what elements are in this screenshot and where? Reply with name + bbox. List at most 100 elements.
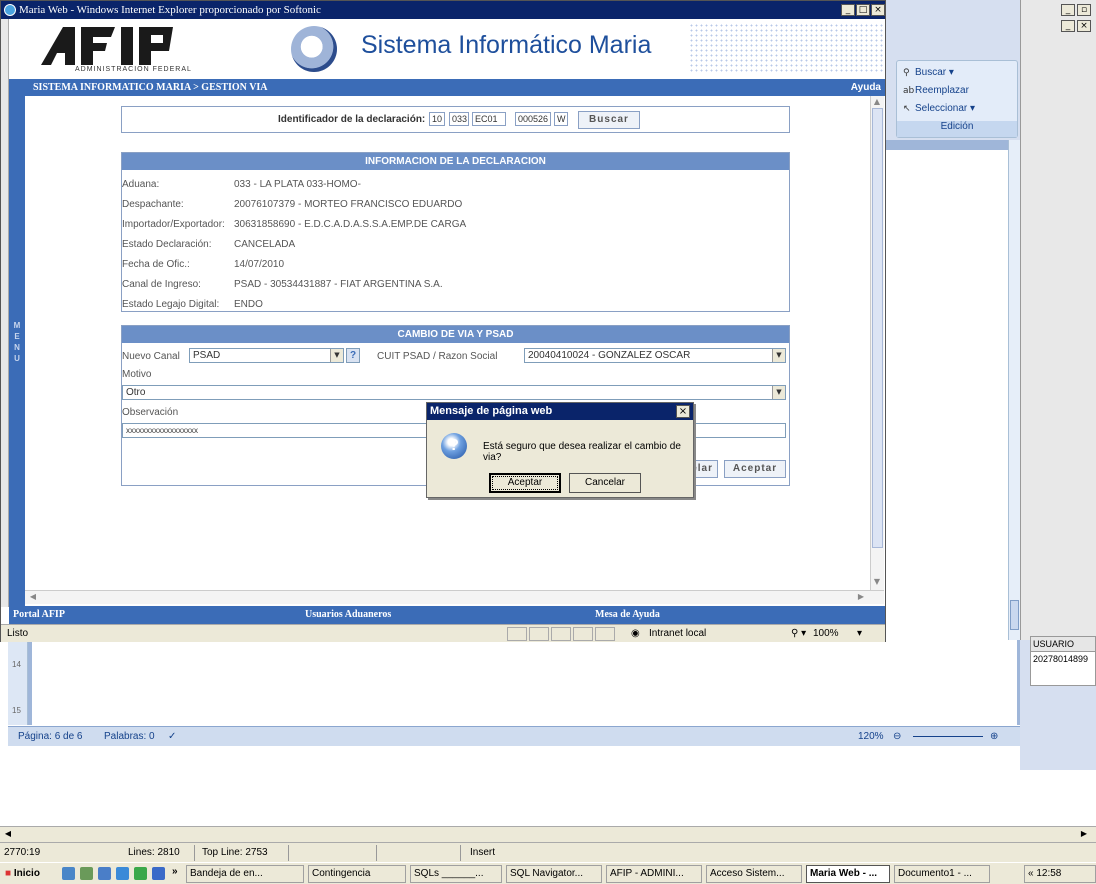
line-count: Lines: 2810 — [128, 847, 180, 858]
sql-results-grid[interactable]: USUARIO 20278014899 — [1030, 636, 1096, 686]
declaration-id-field-1[interactable]: 10 — [429, 112, 445, 126]
declaration-id-field-5[interactable]: W — [554, 112, 568, 126]
footer-link-portal[interactable]: Portal AFIP — [13, 606, 65, 624]
afip-logo[interactable] — [41, 25, 211, 67]
taskbar: ■ Inicio » Bandeja de en... Contingencia… — [0, 862, 1096, 884]
dialog-message: Está seguro que desea realizar el cambio… — [483, 441, 681, 463]
quick-launch-icon[interactable] — [80, 867, 93, 880]
scroll-thumb[interactable] — [872, 108, 883, 548]
page-vertical-scrollbar[interactable]: ▲ ▼ — [870, 96, 884, 590]
cuit-psad-select[interactable]: 20040410024 - GONZALEZ OSCAR ▼ — [524, 348, 786, 363]
footer-link-usuarios[interactable]: Usuarios Aduaneros — [305, 606, 391, 624]
maximize-icon[interactable]: □ — [856, 4, 870, 16]
declaration-id-field-2[interactable]: 033 — [449, 112, 469, 126]
reason-label: Motivo — [122, 369, 152, 380]
scroll-thumb[interactable] — [1010, 600, 1019, 630]
zoom-in-icon[interactable]: ⊕ — [990, 731, 998, 742]
dialog-accept-button[interactable]: Aceptar — [489, 473, 561, 493]
accept-button[interactable]: Aceptar — [724, 460, 786, 478]
chevron-icon[interactable]: » — [172, 866, 178, 877]
zoom-dropdown-icon[interactable]: ▾ — [857, 626, 862, 642]
quick-launch-icon[interactable] — [134, 867, 147, 880]
new-channel-select[interactable]: PSAD ▼ — [189, 348, 344, 363]
page-horizontal-scrollbar[interactable]: ◀ ▶ — [25, 590, 884, 604]
dialog-cancel-button[interactable]: Cancelar — [569, 473, 641, 493]
close-icon[interactable]: × — [1077, 20, 1091, 32]
minimize-icon[interactable]: _ — [1061, 20, 1075, 32]
taskbar-button[interactable]: SQL Navigator... — [506, 865, 602, 883]
logo-subtitle: ADMINISTRACION FEDERAL — [75, 66, 192, 73]
editor-horizontal-scrollbar[interactable]: ◀ ▶ — [0, 826, 1096, 842]
scroll-right-icon[interactable]: ▶ — [855, 591, 867, 603]
zoom-out-icon[interactable]: ⊖ — [893, 731, 901, 742]
security-zone[interactable]: Intranet local — [649, 626, 706, 642]
cuit-label: CUIT PSAD / Razon Social — [377, 351, 498, 362]
taskbar-button[interactable]: Acceso Sistem... — [706, 865, 802, 883]
scroll-right-icon[interactable]: ▶ — [1078, 828, 1090, 840]
reason-select[interactable]: Otro ▼ — [122, 385, 786, 400]
word-page[interactable] — [880, 150, 1008, 725]
zoom-level[interactable]: 120% — [858, 731, 884, 742]
window-title: Maria Web - Windows Internet Explorer pr… — [19, 4, 321, 16]
ribbon-replace-button[interactable]: abReemplazar — [903, 85, 969, 96]
minimize-icon[interactable]: _ — [841, 4, 855, 16]
vertical-ruler: 14 15 — [8, 640, 28, 725]
ribbon-find-button[interactable]: ⚲ Buscar ▾ — [903, 67, 954, 78]
ie-window: Maria Web - Windows Internet Explorer pr… — [0, 0, 886, 642]
protected-mode-icon[interactable]: ⚲ ▾ — [791, 626, 806, 642]
zoom-slider[interactable] — [913, 736, 983, 737]
ie-status-bar: Listo ◉ Intranet local ⚲ ▾ 100% ▾ — [1, 624, 885, 642]
page-count[interactable]: Página: 6 de 6 — [18, 731, 83, 742]
panel-heading: INFORMACION DE LA DECLARACION — [122, 153, 789, 170]
ie-icon[interactable] — [116, 867, 129, 880]
grid-cell[interactable]: 20278014899 — [1031, 652, 1095, 666]
taskbar-button[interactable]: Bandeja de en... — [186, 865, 304, 883]
taskbar-button[interactable]: Documento1 - ... — [894, 865, 990, 883]
ie-titlebar[interactable]: Maria Web - Windows Internet Explorer pr… — [1, 1, 885, 19]
search-box: Identificador de la declaración: 10 033 … — [121, 106, 790, 133]
chevron-down-icon[interactable]: ▼ — [772, 349, 785, 362]
close-icon[interactable]: × — [676, 405, 690, 418]
taskbar-button[interactable]: Contingencia — [308, 865, 406, 883]
breadcrumb-bar: SISTEMA INFORMATICO MARIA > GESTION VIA … — [9, 79, 885, 96]
quick-launch-icon[interactable] — [152, 867, 165, 880]
restore-icon[interactable]: ▫ — [1077, 4, 1091, 16]
scroll-left-icon[interactable]: ◀ — [27, 591, 39, 603]
taskbar-button[interactable]: AFIP - ADMINI... — [606, 865, 702, 883]
grid-column-header[interactable]: USUARIO — [1031, 637, 1095, 652]
ribbon-edit-group: ⚲ Buscar ▾ abReemplazar ↖ Seleccionar ▾ Ed… — [896, 60, 1018, 138]
scroll-up-icon[interactable]: ▲ — [871, 96, 883, 108]
ribbon-group-label: Edición — [897, 121, 1017, 137]
quick-launch-icon[interactable] — [98, 867, 111, 880]
chevron-down-icon[interactable]: ▼ — [330, 349, 343, 362]
globe-icon: ◉ — [631, 628, 640, 639]
dialog-title[interactable]: Mensaje de página web — [427, 403, 693, 420]
system-tray-clock[interactable]: « 12:58 — [1024, 865, 1096, 883]
scroll-left-icon[interactable]: ◀ — [2, 828, 14, 840]
close-icon[interactable]: × — [871, 4, 885, 16]
declaration-id-field-4[interactable]: 000526 — [515, 112, 551, 126]
word-count[interactable]: Palabras: 0 — [104, 731, 155, 742]
help-link[interactable]: Ayuda — [851, 79, 881, 96]
start-button[interactable]: ■ Inicio — [2, 865, 54, 883]
zoom-level[interactable]: 100% — [813, 626, 839, 642]
search-label: Identificador de la declaración: — [278, 114, 426, 125]
scroll-down-icon[interactable]: ▼ — [871, 576, 883, 588]
quick-launch-icon[interactable] — [62, 867, 75, 880]
side-menu-toggle[interactable]: M E N U — [9, 96, 25, 606]
question-icon: ? — [441, 433, 467, 459]
minimize-icon[interactable]: _ — [1061, 4, 1075, 16]
footer-bar: Portal AFIP Usuarios Aduaneros Mesa de A… — [9, 606, 885, 624]
taskbar-button-active[interactable]: Maria Web - ... — [806, 865, 890, 883]
proofing-icon[interactable]: ✓ — [168, 731, 176, 742]
ribbon-select-button[interactable]: ↖ Seleccionar ▾ — [903, 103, 975, 114]
chevron-down-icon[interactable]: ▼ — [772, 386, 785, 399]
footer-link-mesa[interactable]: Mesa de Ayuda — [595, 606, 660, 624]
breadcrumb[interactable]: SISTEMA INFORMATICO MARIA > GESTION VIA — [33, 79, 268, 96]
word-page[interactable] — [32, 640, 1017, 725]
declaration-info-panel: INFORMACION DE LA DECLARACION Aduana: 03… — [121, 152, 790, 312]
search-button[interactable]: Buscar — [578, 111, 640, 129]
help-icon[interactable]: ? — [346, 348, 360, 363]
taskbar-button[interactable]: SQLs ______... — [410, 865, 502, 883]
declaration-id-field-3[interactable]: EC01 — [472, 112, 506, 126]
